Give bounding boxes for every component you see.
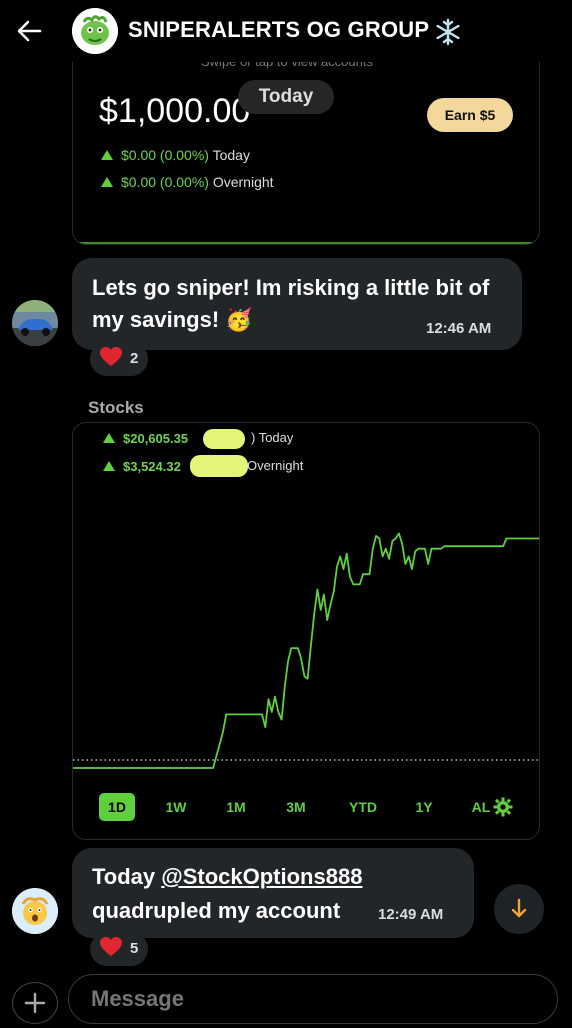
overnight-change-row: $0.00 (0.00%) Overnight (101, 174, 274, 190)
message-text-suffix: quadrupled my account (92, 898, 341, 923)
today-change-row: $0.00 (0.00%) Today (101, 147, 250, 163)
mention-link[interactable]: @StockOptions888 (161, 864, 362, 889)
gear-icon[interactable] (493, 797, 513, 817)
timeframe-tabs: 1D 1W 1M 3M YTD 1Y AL (73, 793, 539, 825)
reaction-chip[interactable]: 2 (90, 342, 149, 376)
reaction-count: 5 (130, 940, 139, 957)
stocks-label: Stocks (88, 398, 144, 417)
portfolio-card[interactable]: Swipe or tap to view accounts $1,000.00 … (72, 40, 540, 245)
stocks-today-row: $20,605.35 (103, 430, 188, 446)
stock-line-chart (73, 532, 539, 769)
reaction-chip[interactable]: 5 (90, 932, 149, 966)
message-bubble[interactable]: Today @StockOptions888 quadrupled my acc… (72, 848, 474, 938)
chat-header: SNIPERALERTS OG GROUP (0, 0, 572, 62)
tab-ytd[interactable]: YTD (343, 793, 383, 821)
earn-button[interactable]: Earn $5 (427, 98, 513, 132)
stocks-overnight-row: $3,524.32 (103, 458, 181, 474)
message-text-prefix: Today (92, 864, 162, 889)
message-input[interactable] (68, 974, 558, 1024)
overnight-change-value: $0.00 (0.00%) (121, 174, 209, 190)
tab-1d[interactable]: 1D (99, 793, 135, 821)
stocks-today-label: ) Today (251, 430, 294, 445)
message-time: 12:46 AM (426, 320, 492, 337)
stocks-card[interactable]: $20,605.35 ) Today $3,524.32 Overnight 1… (72, 422, 540, 840)
message-bubble[interactable]: Lets go sniper! Im risking a little bit … (72, 258, 522, 350)
up-triangle-icon (101, 150, 113, 160)
tab-1y[interactable]: 1Y (409, 793, 439, 821)
heart-icon (100, 346, 122, 380)
today-change-label: Today (212, 147, 250, 163)
reaction-count: 2 (130, 350, 139, 367)
up-triangle-icon (103, 433, 115, 443)
stocks-today-value: $20,605.35 (123, 431, 189, 446)
back-arrow-icon[interactable] (14, 16, 44, 46)
today-change-value: $0.00 (0.00%) (121, 147, 209, 163)
card-bottom-accent (73, 242, 539, 244)
account-balance: $1,000.00 (99, 92, 251, 130)
attach-plus-button[interactable] (12, 982, 58, 1024)
message-time: 12:49 AM (378, 906, 444, 923)
group-avatar[interactable] (72, 8, 118, 54)
redaction-mark (203, 429, 245, 449)
price-line (73, 532, 539, 769)
date-divider: Today (238, 80, 334, 114)
tab-1m[interactable]: 1M (219, 793, 253, 821)
up-triangle-icon (103, 461, 115, 471)
up-triangle-icon (101, 177, 113, 187)
overnight-change-label: Overnight (212, 174, 274, 190)
user-avatar[interactable] (12, 300, 58, 346)
heart-icon (100, 936, 122, 970)
tab-1w[interactable]: 1W (159, 793, 193, 821)
tab-3m[interactable]: 3M (279, 793, 313, 821)
group-title[interactable]: SNIPERALERTS OG GROUP (128, 17, 429, 43)
user-avatar[interactable] (12, 888, 58, 934)
scroll-to-bottom-button[interactable] (494, 884, 544, 934)
stocks-overnight-value: $3,524.32 (123, 459, 181, 474)
snowflake-icon (434, 18, 462, 46)
stocks-overnight-label: Overnight (247, 458, 304, 473)
redaction-mark (190, 455, 248, 477)
tab-all[interactable]: AL (469, 793, 493, 821)
